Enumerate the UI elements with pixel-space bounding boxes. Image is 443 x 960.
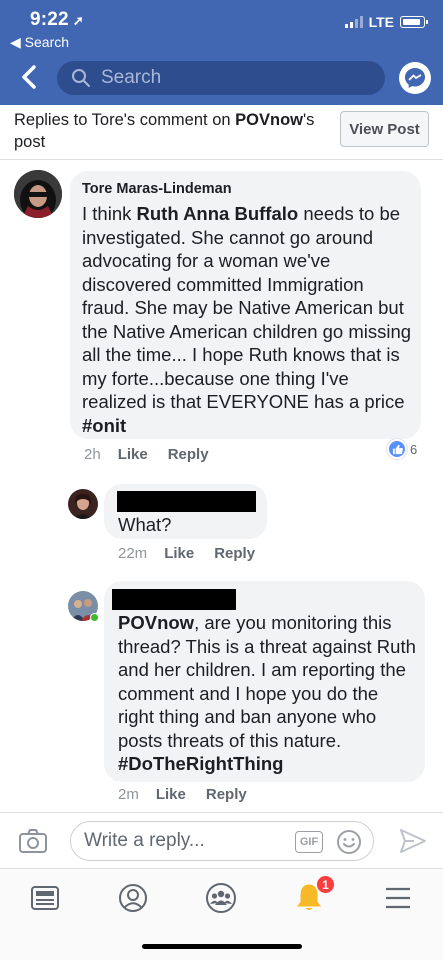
- context-page-link[interactable]: POVnow: [235, 111, 303, 129]
- messenger-button[interactable]: [399, 62, 431, 94]
- comment-text-part: I think: [82, 203, 137, 224]
- top-bar: 9:22 ➚ ◀ Search LTE: [0, 0, 443, 105]
- comment-actions: 2m Like Reply: [118, 786, 247, 803]
- reaction-count: 6: [410, 441, 418, 457]
- thread-context-header: Replies to Tore's comment on POVnow's po…: [0, 105, 443, 160]
- menu-icon: [386, 887, 410, 909]
- like-reaction-icon: [387, 439, 407, 459]
- reply-composer: GIF: [0, 812, 443, 868]
- like-link[interactable]: Like: [156, 786, 186, 803]
- back-to-app-link[interactable]: ◀ Search: [10, 34, 69, 51]
- reply-field[interactable]: GIF: [70, 821, 374, 861]
- notification-badge: 1: [316, 875, 335, 894]
- gif-button[interactable]: GIF: [295, 831, 323, 853]
- comment-text-part: needs to be investigated. She cannot go …: [82, 203, 412, 412]
- online-status-dot: [90, 613, 99, 622]
- reply-link[interactable]: Reply: [168, 446, 209, 463]
- comment-actions: 2h Like Reply: [84, 446, 209, 463]
- like-link[interactable]: Like: [164, 545, 194, 562]
- battery-icon: [400, 16, 428, 28]
- tab-profile[interactable]: [113, 881, 153, 915]
- location-arrow-icon: ➚: [72, 13, 84, 28]
- hashtag-link[interactable]: #onit: [82, 415, 126, 436]
- context-prefix: Replies to: [14, 111, 92, 129]
- reaction-summary[interactable]: 6: [387, 439, 417, 459]
- signal-icon: [344, 16, 363, 28]
- groups-icon: [206, 883, 236, 913]
- tab-groups[interactable]: [201, 881, 241, 915]
- reply-link[interactable]: Reply: [214, 545, 255, 562]
- clock: 9:22: [30, 9, 69, 30]
- redacted-author-name: [117, 491, 256, 512]
- status-time: 9:22 ➚: [30, 9, 84, 31]
- tab-notifications[interactable]: 1: [289, 875, 335, 915]
- profile-icon: [119, 884, 147, 912]
- context-middle: 's comment on: [123, 111, 236, 129]
- avatar[interactable]: [68, 591, 99, 622]
- avatar[interactable]: [68, 489, 98, 519]
- search-icon: [72, 69, 90, 87]
- mentioned-page[interactable]: POVnow: [118, 612, 194, 633]
- comment-time: 22m: [118, 545, 148, 562]
- reply-input[interactable]: [84, 830, 284, 852]
- status-indicators: LTE: [344, 14, 428, 30]
- avatar[interactable]: [14, 170, 62, 218]
- comment-actions: 22m Like Reply: [118, 545, 255, 562]
- messenger-icon: [405, 68, 425, 88]
- like-link[interactable]: Like: [118, 446, 148, 463]
- redacted-author-name: [112, 589, 236, 610]
- emoji-icon[interactable]: [335, 828, 363, 856]
- search-input[interactable]: [101, 67, 361, 89]
- comment-text: I think Ruth Anna Buffalo needs to be in…: [82, 202, 414, 437]
- comment-time: 2h: [84, 446, 101, 463]
- camera-icon[interactable]: [18, 828, 48, 854]
- network-label: LTE: [368, 14, 394, 30]
- context-text: Replies to Tore's comment on POVnow's po…: [14, 109, 332, 153]
- reply-link[interactable]: Reply: [206, 786, 247, 803]
- context-commenter[interactable]: Tore: [92, 111, 124, 129]
- view-post-button[interactable]: View Post: [340, 111, 429, 147]
- tab-menu[interactable]: [378, 881, 418, 915]
- search-bar[interactable]: [57, 61, 385, 95]
- back-app-label: Search: [24, 34, 70, 50]
- send-icon[interactable]: [399, 828, 427, 854]
- comment-author[interactable]: Tore Maras-Lindeman: [82, 181, 232, 197]
- comment-time: 2m: [118, 786, 139, 803]
- comment-text: POVnow, are you monitoring this thread? …: [118, 611, 418, 776]
- mentioned-name[interactable]: Ruth Anna Buffalo: [137, 203, 299, 224]
- home-indicator[interactable]: [142, 944, 302, 949]
- news-feed-icon: [31, 886, 59, 910]
- comment-text: What?: [118, 514, 172, 535]
- hashtag-link[interactable]: #DoTheRightThing: [118, 753, 283, 774]
- back-arrow-icon[interactable]: [16, 62, 42, 92]
- tab-news-feed[interactable]: [25, 881, 65, 915]
